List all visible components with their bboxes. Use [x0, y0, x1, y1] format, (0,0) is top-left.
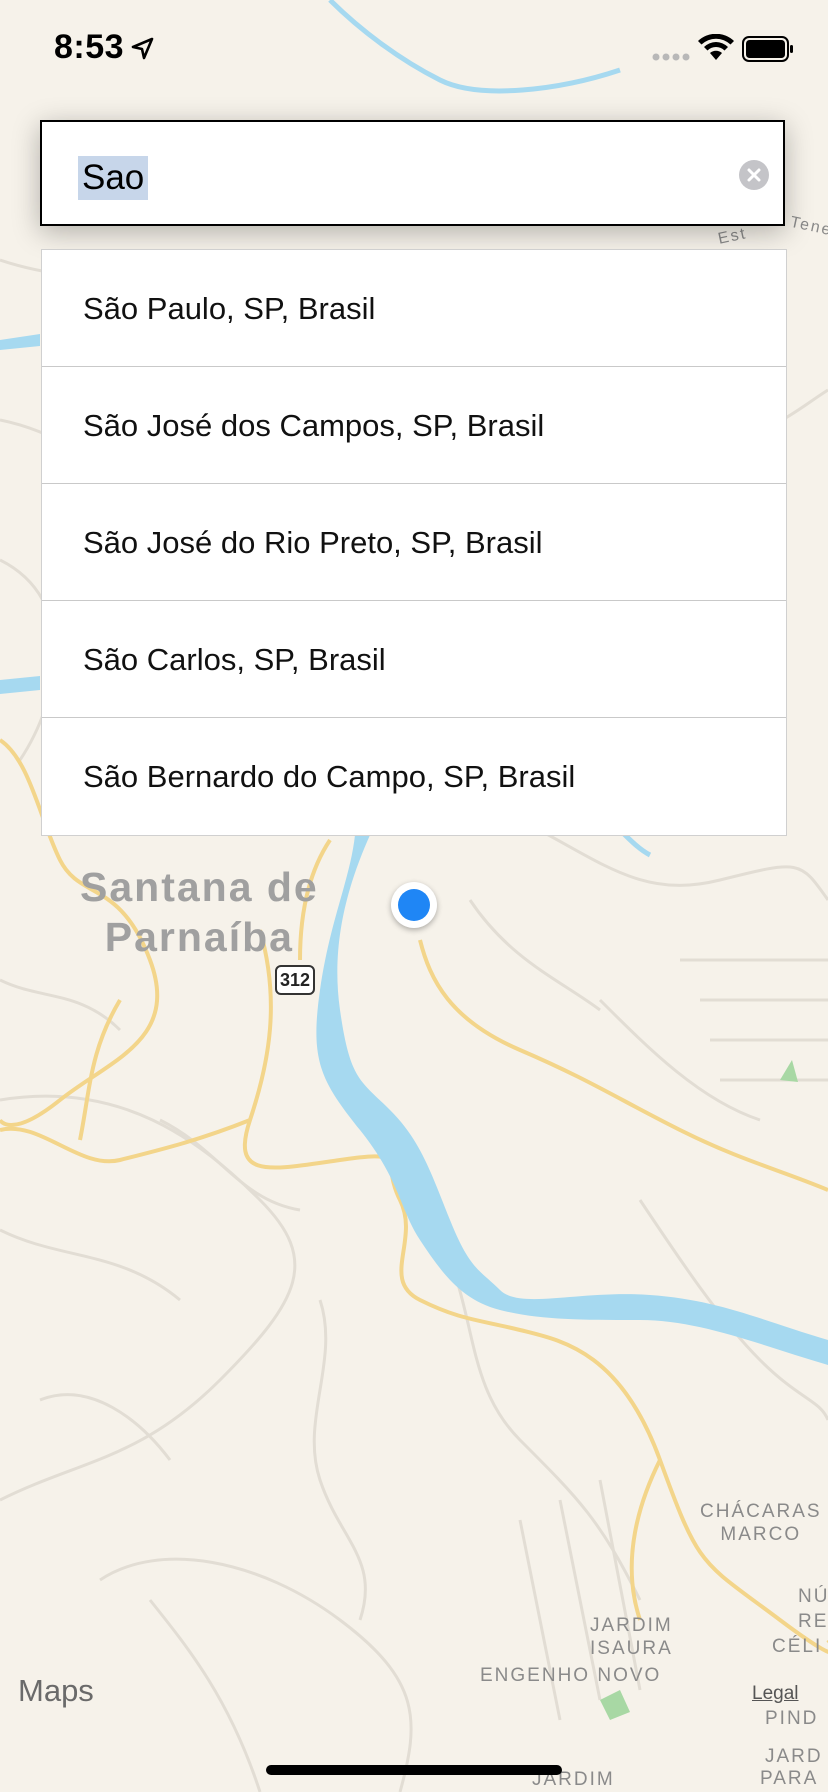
city-label-line2: Parnaíba	[104, 914, 294, 960]
user-location-dot[interactable]	[391, 882, 437, 928]
location-arrow-icon	[131, 37, 154, 60]
suggestion-label: São Carlos, SP, Brasil	[83, 642, 386, 677]
suggestion-item[interactable]: São José dos Campos, SP, Brasil	[42, 367, 786, 484]
suggestion-label: São Bernardo do Campo, SP, Brasil	[83, 759, 576, 794]
wifi-icon	[698, 34, 734, 60]
suggestion-label: São José dos Campos, SP, Brasil	[83, 408, 545, 443]
suggestion-item[interactable]: São Bernardo do Campo, SP, Brasil	[42, 718, 786, 835]
suggestion-label: São Paulo, SP, Brasil	[83, 291, 376, 326]
apple-maps-logo: Maps	[18, 1673, 94, 1709]
city-label-santana-de-parnaiba: Santana de Parnaíba	[80, 862, 319, 962]
status-time: 8:53	[54, 28, 125, 66]
district-partial-pind: PIND	[765, 1708, 819, 1729]
autocomplete-suggestions: São Paulo, SP, Brasil São José dos Campo…	[41, 249, 787, 836]
district-chacaras-marco: CHÁCARAS MARCO	[700, 1500, 822, 1546]
suggestion-item[interactable]: São Carlos, SP, Brasil	[42, 601, 786, 718]
district-label-line: CHÁCARAS	[700, 1501, 822, 1522]
clear-search-button[interactable]	[739, 160, 769, 190]
home-indicator[interactable]	[266, 1765, 562, 1775]
road-shield-312: 312	[275, 965, 315, 995]
maps-logo-text: Maps	[18, 1673, 94, 1708]
district-partial-jard: JARD	[765, 1746, 823, 1767]
district-partial-celi: CÉLI	[772, 1636, 823, 1657]
district-label-line: MARCO	[720, 1524, 802, 1545]
clear-icon	[747, 168, 761, 182]
suggestion-item[interactable]: São Paulo, SP, Brasil	[42, 250, 786, 367]
status-bar: 8:53	[0, 0, 828, 100]
cellular-signal-icon	[652, 53, 690, 61]
district-label-line: ISAURA	[590, 1638, 673, 1659]
legal-link[interactable]: Legal	[752, 1683, 799, 1705]
district-partial-nu: NÚ	[798, 1586, 828, 1607]
search-field[interactable]: Sao	[40, 120, 785, 226]
suggestion-label: São José do Rio Preto, SP, Brasil	[83, 525, 543, 560]
district-partial-para: PARA	[760, 1768, 819, 1789]
district-engenho-novo: ENGENHO NOVO	[480, 1665, 662, 1686]
district-partial-resi: RESI	[798, 1611, 828, 1632]
city-label-line1: Santana de	[80, 864, 319, 910]
district-label-line: JARDIM	[590, 1615, 673, 1636]
battery-icon	[742, 36, 793, 62]
district-jardim-isaura: JARDIM ISAURA	[590, 1614, 673, 1660]
suggestion-item[interactable]: São José do Rio Preto, SP, Brasil	[42, 484, 786, 601]
search-input-text[interactable]: Sao	[78, 156, 149, 200]
